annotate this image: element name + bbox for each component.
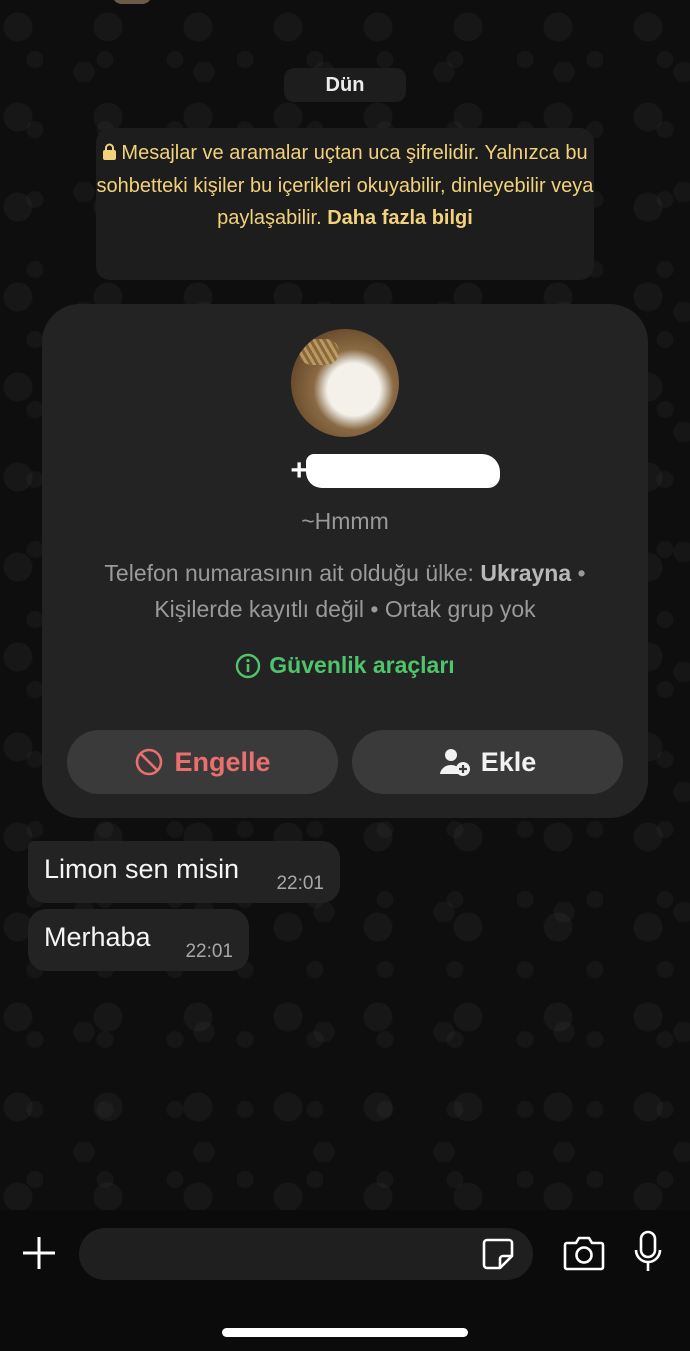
learn-more-link[interactable]: Daha fazla bilgi	[327, 207, 473, 229]
common-groups-label: Ortak grup yok	[384, 596, 536, 622]
camera-icon[interactable]	[563, 1234, 605, 1272]
info-separator: •	[577, 560, 586, 586]
info-separator: •	[370, 596, 379, 622]
redaction-scribble	[306, 454, 500, 488]
block-icon	[136, 748, 163, 776]
contact-push-name: ~Hmmm	[301, 508, 389, 534]
info-icon	[236, 653, 261, 678]
date-separator: Dün	[284, 68, 406, 102]
message-time: 22:01	[185, 941, 233, 962]
lock-icon	[103, 143, 117, 160]
avatar-photo-detail	[299, 339, 339, 365]
safety-tools-label: Güvenlik araçları	[269, 652, 455, 678]
message-text: Merhaba	[44, 922, 151, 952]
contact-avatar[interactable]	[291, 329, 399, 437]
mic-icon[interactable]	[633, 1230, 663, 1274]
sticker-icon[interactable]	[481, 1237, 515, 1271]
safety-tools-link[interactable]: Güvenlik araçları	[42, 652, 648, 679]
date-label: Dün	[325, 73, 365, 96]
incoming-message[interactable]: Merhaba 22:01	[28, 909, 249, 971]
encryption-notice[interactable]: Mesajlar ve aramalar uçtan uca şifrelidi…	[96, 128, 594, 280]
country-value: Ukrayna	[480, 560, 572, 586]
message-time: 22:01	[276, 873, 324, 894]
message-text: Limon sen misin	[44, 854, 240, 884]
add-button-label: Ekle	[480, 746, 537, 777]
block-button[interactable]: Engelle	[67, 730, 338, 794]
add-contact-button[interactable]: Ekle	[352, 730, 623, 794]
contact-info: Telefon numarasının ait olduğu ülke: Ukr…	[62, 555, 628, 627]
message-input[interactable]	[79, 1228, 533, 1280]
plus-icon[interactable]	[20, 1234, 58, 1272]
home-indicator	[222, 1328, 468, 1337]
not-saved-label: Kişilerde kayıtlı değil	[154, 596, 364, 622]
country-label: Telefon numarasının ait olduğu ülke:	[104, 560, 474, 586]
block-button-label: Engelle	[174, 746, 271, 777]
incoming-message[interactable]: Limon sen misin 22:01	[28, 841, 340, 903]
unknown-contact-card: +380 75 ~Hmmm Telefon numarasının ait ol…	[42, 304, 648, 818]
add-contact-icon	[439, 749, 470, 776]
